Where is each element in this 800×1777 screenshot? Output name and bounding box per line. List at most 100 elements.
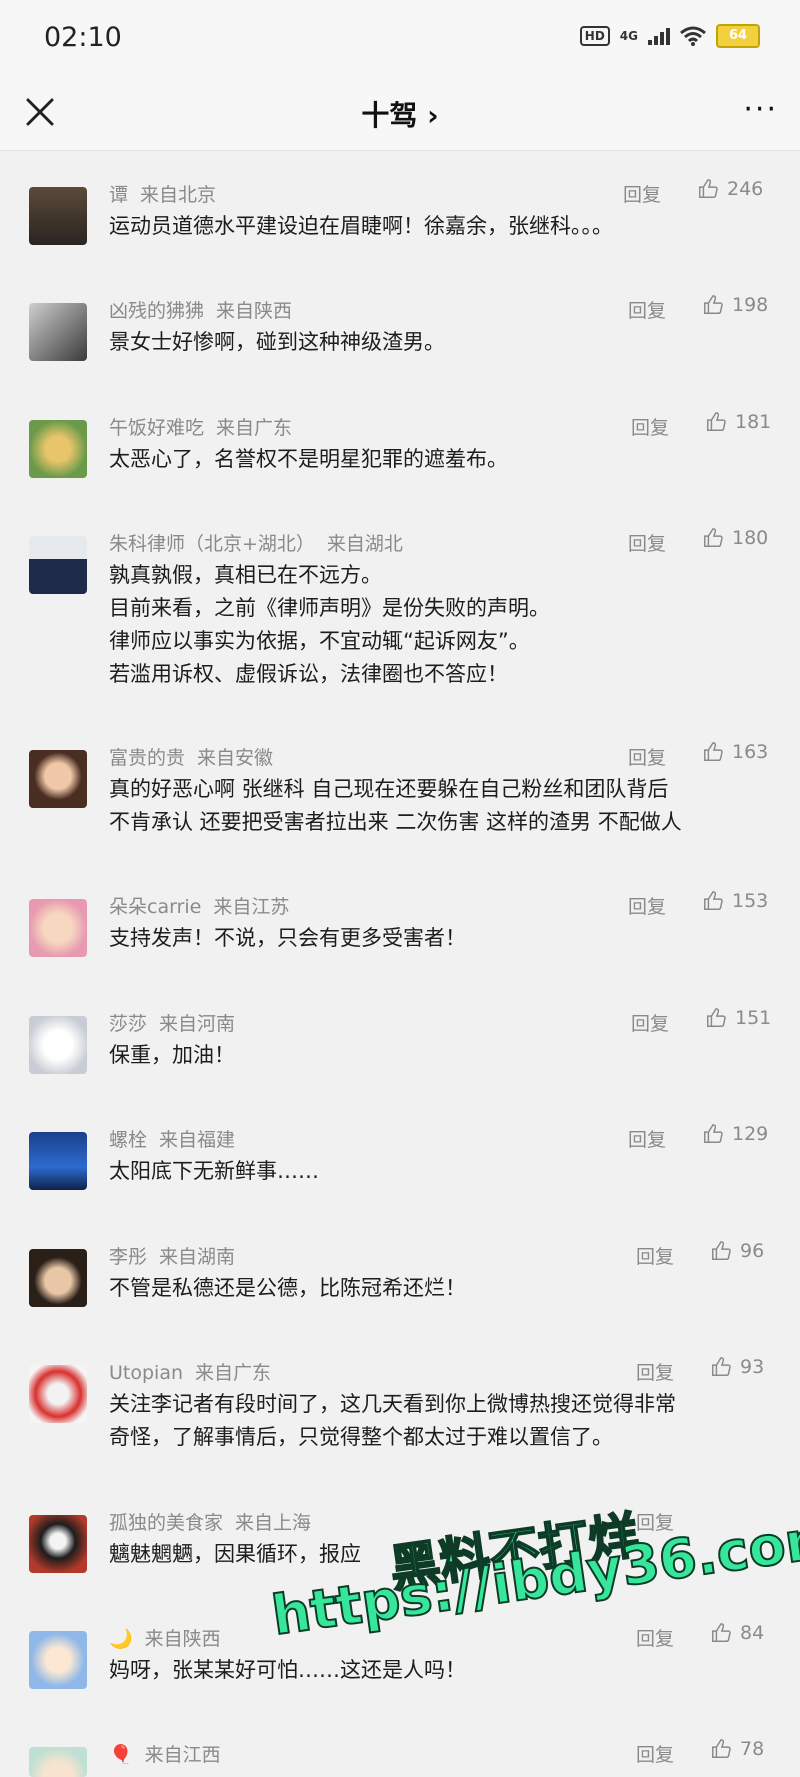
thumbs-up-icon	[712, 1739, 731, 1758]
comment-username[interactable]: 朵朵carrie	[109, 896, 201, 918]
thumbs-up-icon	[704, 891, 723, 910]
network-type: 4G	[619, 29, 638, 43]
comment-username[interactable]: 朱科律师（北京+湖北）	[109, 533, 315, 555]
reply-button[interactable]: 回复	[628, 296, 666, 323]
thumbs-up-icon	[707, 412, 726, 431]
nav-bar: 十驾 › ···	[0, 78, 800, 151]
avatar[interactable]	[29, 899, 87, 957]
avatar[interactable]	[29, 750, 87, 808]
reply-button[interactable]: 回复	[628, 743, 666, 770]
comment-username[interactable]: 午饭好难吃	[109, 417, 204, 439]
like-button[interactable]: 198	[702, 294, 768, 316]
comment-location: 来自北京	[140, 184, 217, 206]
comment-text: 孰真孰假，真相已在不远方。 目前来看，之前《律师声明》是份失败的声明。 律师应以…	[109, 563, 550, 686]
reply-button[interactable]: 回复	[623, 180, 661, 207]
signal-icon	[648, 27, 670, 45]
status-bar: 02:10 HD 4G 64	[0, 0, 800, 78]
comment-location: 来自安徽	[197, 747, 274, 769]
avatar[interactable]	[29, 303, 87, 361]
like-button[interactable]: 181	[705, 411, 771, 433]
avatar[interactable]	[29, 187, 87, 245]
comment-text: 太恶心了，名誉权不是明星犯罪的遮羞布。	[109, 447, 508, 471]
reply-button[interactable]: 回复	[631, 413, 669, 440]
hd-icon: HD	[579, 26, 610, 46]
reply-button[interactable]: 回复	[636, 1358, 674, 1385]
avatar[interactable]	[29, 1515, 87, 1573]
comment-username[interactable]: 凶残的狒狒	[109, 300, 204, 322]
like-count: 153	[732, 890, 769, 912]
avatar[interactable]	[29, 1132, 87, 1190]
comment-username[interactable]: 莎莎	[109, 1013, 147, 1035]
comment-text: 关注李记者有段时间了，这几天看到你上微博热搜还觉得非常 奇怪，了解事情后，只觉得…	[109, 1392, 676, 1449]
avatar[interactable]	[29, 1631, 87, 1689]
thumbs-up-icon	[712, 1623, 731, 1642]
wifi-icon	[680, 26, 706, 46]
comment-location: 来自广东	[216, 417, 293, 439]
comment-location: 来自湖南	[159, 1246, 236, 1268]
like-button[interactable]: 84	[710, 1622, 764, 1644]
like-button[interactable]: 180	[702, 527, 768, 549]
avatar[interactable]	[29, 1016, 87, 1074]
reply-button[interactable]: 回复	[628, 892, 666, 919]
like-button[interactable]: 96	[710, 1240, 764, 1262]
like-count: 84	[740, 1622, 765, 1644]
comment-text: 真的好恶心啊 张继科 自己现在还要躲在自己粉丝和团队背后 不肯承认 还要把受害者…	[109, 777, 682, 834]
comment-location: 来自福建	[159, 1129, 236, 1151]
thumbs-up-icon	[704, 295, 723, 314]
like-count: 129	[732, 1123, 769, 1145]
like-button[interactable]: 129	[702, 1123, 768, 1145]
comment-username[interactable]: 螺栓	[109, 1129, 147, 1151]
avatar[interactable]	[29, 420, 87, 478]
comment-location: 来自湖北	[326, 533, 403, 555]
more-menu-button[interactable]: ···	[743, 95, 778, 125]
reply-button[interactable]: 回复	[636, 1740, 674, 1767]
comment-location: 来自河南	[159, 1013, 236, 1035]
comment-username[interactable]: Utopian	[109, 1362, 183, 1384]
reply-button[interactable]: 回复	[628, 529, 666, 556]
comment-location: 来自陕西	[144, 1628, 221, 1650]
like-button[interactable]: 153	[702, 890, 768, 912]
like-count: 96	[740, 1240, 765, 1262]
comment-text: 支持发声！不说，只会有更多受害者！	[109, 926, 466, 950]
comment-username[interactable]: 富贵的贵	[109, 747, 185, 769]
reply-button[interactable]: 回复	[628, 1125, 666, 1152]
comment-username[interactable]: 谭	[109, 184, 128, 206]
comment-text: 妈呀，张某某好可怕……这还是人吗！	[109, 1658, 466, 1682]
reply-button[interactable]: 回复	[636, 1242, 674, 1269]
comment-username[interactable]: 🎈	[109, 1744, 133, 1766]
like-count: 198	[732, 294, 769, 316]
like-button[interactable]: 151	[705, 1007, 771, 1029]
status-time: 02:10	[44, 22, 122, 53]
comment-text: 景女士好惨啊，碰到这种神级渣男。	[109, 330, 445, 354]
comment-text: 运动员道德水平建设迫在眉睫啊！徐嘉余，张继科。。。	[109, 214, 613, 238]
thumbs-up-icon	[712, 1357, 731, 1376]
thumbs-up-icon	[704, 1124, 723, 1143]
avatar[interactable]	[29, 1747, 87, 1777]
comment-username[interactable]: 🌙	[109, 1628, 133, 1650]
like-count: 93	[740, 1356, 765, 1378]
comment-location: 来自陕西	[216, 300, 293, 322]
reply-button[interactable]: 回复	[636, 1624, 674, 1651]
comment-username[interactable]: 李彤	[109, 1246, 147, 1268]
thumbs-up-icon	[704, 528, 723, 547]
comment-location: 来自江苏	[213, 896, 290, 918]
avatar[interactable]	[29, 1365, 87, 1423]
thumbs-up-icon	[707, 1008, 726, 1027]
comment-text: 不管是私德还是公德，比陈冠希还烂！	[109, 1276, 466, 1300]
comment-username[interactable]: 孤独的美食家	[109, 1512, 223, 1534]
page-title[interactable]: 十驾 ›	[0, 94, 800, 134]
like-count: 151	[735, 1007, 772, 1029]
like-button[interactable]: 93	[710, 1356, 764, 1378]
like-button[interactable]: 246	[697, 178, 763, 200]
reply-button[interactable]: 回复	[631, 1009, 669, 1036]
avatar[interactable]	[29, 536, 87, 594]
avatar[interactable]	[29, 1249, 87, 1307]
status-icons: HD 4G 64	[579, 24, 760, 48]
like-button[interactable]: 78	[710, 1738, 764, 1760]
thumbs-up-icon	[704, 742, 723, 761]
thumbs-up-icon	[699, 179, 718, 198]
like-count: 180	[732, 527, 769, 549]
like-button[interactable]: 163	[702, 741, 768, 763]
like-count: 181	[735, 411, 772, 433]
comment-location: 来自广东	[195, 1362, 272, 1384]
